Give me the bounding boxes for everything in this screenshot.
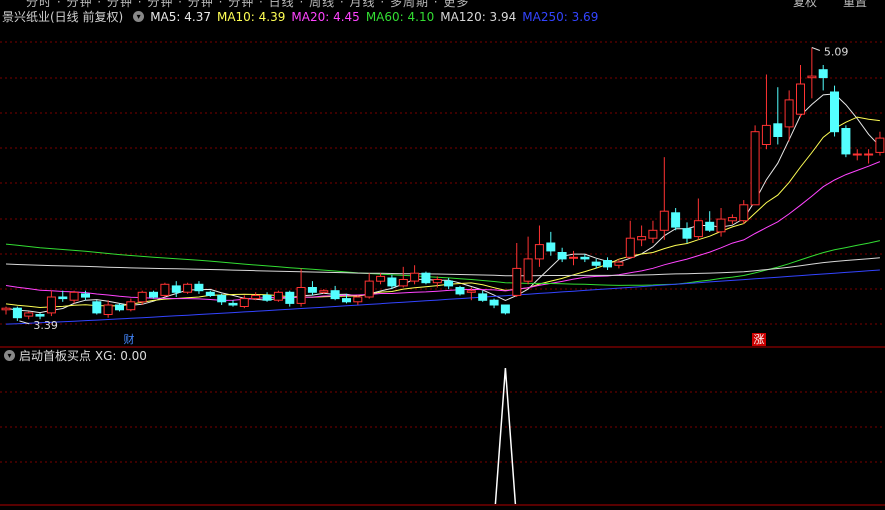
- finance-badge[interactable]: 财: [122, 333, 136, 346]
- candle-body: [330, 290, 340, 300]
- candle-body: [262, 294, 272, 301]
- candle-body: [784, 99, 794, 128]
- candle-body: [353, 296, 363, 303]
- candle-body: [205, 291, 215, 296]
- candle-body: [796, 83, 805, 115]
- ma5-line: [5, 93, 881, 314]
- candle-body: [591, 261, 601, 266]
- candle-body: [603, 260, 612, 268]
- candle-body: [92, 301, 102, 314]
- candle-body: [500, 304, 510, 314]
- candle-body: [342, 298, 351, 303]
- candle-body: [217, 294, 227, 303]
- candle-body: [285, 291, 295, 304]
- candle-body: [239, 298, 249, 308]
- indicator-settings-icon[interactable]: ▾: [4, 350, 15, 361]
- candle-body: [546, 242, 556, 252]
- candle-body: [693, 220, 703, 238]
- candle-body: [625, 237, 635, 258]
- indicator-legend: ▾ 启动首板买点 XG: 0.00: [0, 348, 147, 364]
- candle-body: [137, 291, 147, 303]
- candle-body: [319, 290, 329, 293]
- candle-body: [81, 293, 90, 298]
- candle-body: [727, 217, 737, 222]
- candle-body: [659, 210, 669, 231]
- candle-body: [432, 279, 442, 284]
- candle-body: [228, 302, 238, 306]
- candle-body: [864, 153, 874, 156]
- indicator-value: XG: 0.00: [94, 349, 147, 363]
- candle-body: [58, 296, 68, 300]
- candle-body: [512, 267, 522, 296]
- candle-body: [46, 296, 56, 314]
- candle-body: [818, 69, 828, 79]
- candle-body: [126, 301, 136, 311]
- candle-body: [273, 291, 283, 301]
- indicator-title[interactable]: 启动首板买点: [19, 349, 91, 363]
- candle-body: [614, 261, 624, 266]
- candle-body: [455, 287, 465, 295]
- candle-body: [296, 287, 306, 304]
- candle-body: [761, 124, 771, 146]
- candle-body: [705, 221, 715, 231]
- candle-body: [160, 283, 170, 296]
- candle-body: [534, 244, 544, 260]
- candle-body: [489, 299, 499, 306]
- candle-body: [410, 272, 420, 282]
- high-price-label: 5.09: [824, 45, 849, 58]
- candle-body: [852, 153, 862, 156]
- candle-body: [307, 287, 317, 293]
- ma60-line: [5, 240, 881, 286]
- candle-body: [773, 123, 783, 138]
- candle-body: [716, 218, 726, 233]
- candle-body: [421, 272, 431, 284]
- candle-body: [364, 280, 374, 298]
- candle-body: [35, 314, 45, 317]
- candle-body: [1, 307, 11, 311]
- candle-body: [739, 204, 749, 222]
- candle-body: [637, 236, 647, 241]
- candle-body: [682, 228, 692, 239]
- candle-body: [183, 283, 193, 293]
- candle-body: [387, 277, 397, 287]
- candle-body: [478, 293, 488, 301]
- candle-body: [580, 256, 590, 260]
- candle-body: [398, 279, 408, 287]
- low-price-label: 3.39: [33, 319, 58, 332]
- signal-spike: [494, 367, 517, 505]
- candle-body: [466, 290, 476, 293]
- candle-body: [841, 128, 851, 155]
- candle-body: [830, 91, 839, 133]
- candle-body: [171, 285, 181, 293]
- candle-body: [24, 312, 34, 317]
- candle-body: [69, 291, 79, 301]
- candle-body: [750, 131, 760, 206]
- candle-body: [149, 291, 158, 298]
- candle-body: [115, 304, 124, 311]
- candle-body: [103, 304, 113, 315]
- ma120-line: [5, 257, 880, 277]
- candle-body: [671, 212, 681, 228]
- candle-body: [376, 275, 386, 282]
- candle-body: [569, 256, 578, 259]
- kline-chart[interactable]: 5.09 3.39: [0, 0, 885, 510]
- limit-up-badge[interactable]: 涨: [752, 333, 766, 346]
- high-marker-arrow: [811, 47, 821, 51]
- candle-body: [12, 307, 22, 319]
- candle-body: [807, 75, 817, 79]
- candle-body: [557, 252, 567, 260]
- candle-body: [875, 137, 885, 153]
- candle-body: [444, 280, 454, 287]
- candle-body: [251, 294, 261, 300]
- candle-body: [648, 229, 658, 239]
- candle-body: [194, 283, 204, 292]
- candle-body: [523, 258, 533, 282]
